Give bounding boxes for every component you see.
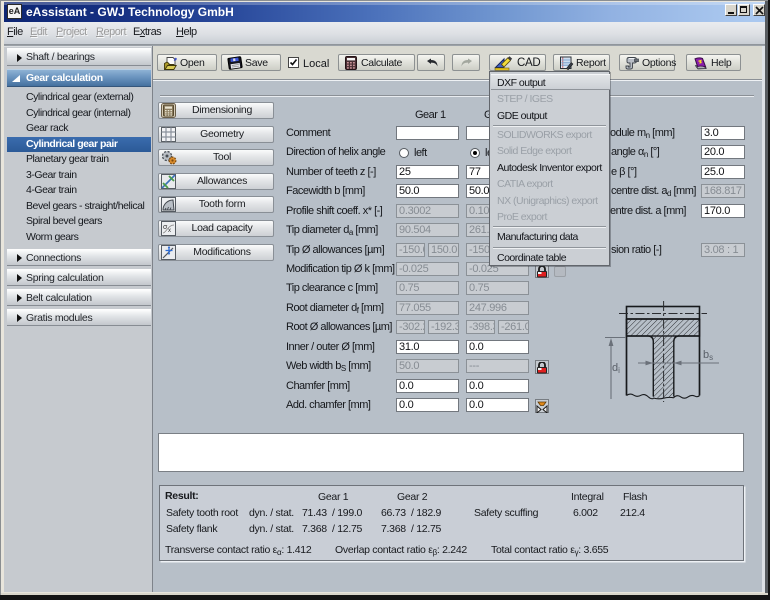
svg-text:bs: bs bbox=[703, 349, 713, 362]
svg-text:di: di bbox=[612, 362, 620, 375]
svg-text:x: x bbox=[168, 228, 171, 234]
